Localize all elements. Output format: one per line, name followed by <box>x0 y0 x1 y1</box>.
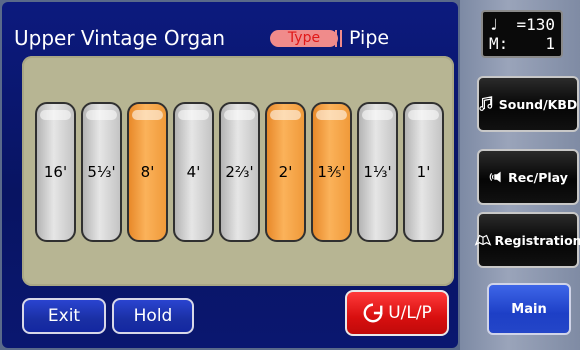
rec-play-button[interactable]: Rec/Play <box>477 149 579 205</box>
sound-kbd-button[interactable]: Sound/KBD <box>477 76 579 132</box>
drawbar-label: 2' <box>278 163 293 181</box>
note-icon: ♩ <box>489 15 499 34</box>
drawbar-label: 4' <box>186 163 201 181</box>
drawbar-label: 8' <box>140 163 155 181</box>
drawbar-1-3-5[interactable]: 1⅗' <box>311 102 352 242</box>
drawbar-1-1-3[interactable]: 1⅓' <box>357 102 398 242</box>
measure-value: 1 <box>545 34 555 53</box>
tempo-row: ♩ =130 <box>489 15 555 34</box>
rec-play-label: Rec/Play <box>508 169 568 185</box>
tempo-display: ♩ =130 M: 1 <box>481 10 563 58</box>
measure-row: M: 1 <box>489 34 555 53</box>
speaker-icon <box>489 171 501 183</box>
registration-button[interactable]: Registration <box>475 212 580 268</box>
drawbar-1[interactable]: 1' <box>403 102 444 242</box>
drawbar-label: 1' <box>416 163 431 181</box>
drawbar-2[interactable]: 2' <box>265 102 306 242</box>
registration-label: Registration <box>494 232 580 248</box>
book-icon <box>475 234 492 246</box>
drawbar-8[interactable]: 8' <box>127 102 168 242</box>
music-note-icon <box>479 96 492 111</box>
tempo-value: =130 <box>516 15 555 34</box>
drawbar-16[interactable]: 16' <box>35 102 76 242</box>
drawbar-label: 16' <box>43 163 68 181</box>
sound-kbd-label: Sound/KBD <box>498 96 578 112</box>
type-separator <box>335 30 342 47</box>
drawbar-label: 5⅓' <box>87 163 116 181</box>
page-title: Upper Vintage Organ <box>14 26 226 50</box>
measure-label: M: <box>489 34 509 53</box>
exit-button[interactable]: Exit <box>22 298 106 334</box>
cycle-icon <box>363 303 383 323</box>
hold-button[interactable]: Hold <box>112 298 194 334</box>
drawbar-4[interactable]: 4' <box>173 102 214 242</box>
drawbar-area: 16' 5⅓' 8' 4' 2⅔' 2' 1⅗' 1⅓' 1' <box>22 56 454 286</box>
drawbar-label: 1⅗' <box>317 163 346 181</box>
drawbar-label: 1⅓' <box>363 163 392 181</box>
type-badge[interactable]: Type <box>270 30 338 47</box>
main-button[interactable]: Main <box>487 283 571 335</box>
ulp-button[interactable]: U/L/P <box>345 290 449 336</box>
organ-display: Upper Vintage Organ Type Pipe 16' 5⅓' 8'… <box>2 2 458 348</box>
drawbar-label: 2⅔' <box>225 163 254 181</box>
ulp-label: U/L/P <box>388 303 432 323</box>
drawbar-2-2-3[interactable]: 2⅔' <box>219 102 260 242</box>
drawbar-5-1-3[interactable]: 5⅓' <box>81 102 122 242</box>
type-value[interactable]: Pipe <box>349 26 389 50</box>
